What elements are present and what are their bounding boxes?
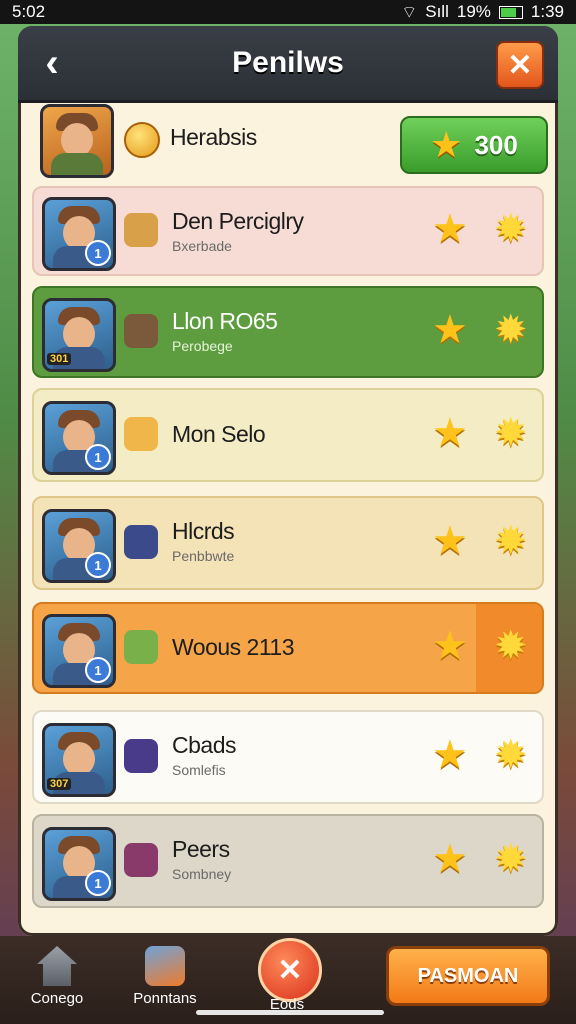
rank-badge-icon: 1 [85, 870, 111, 896]
page-title: Penilws [232, 46, 344, 79]
center-action-button[interactable]: ✕ [258, 938, 322, 1002]
row-subtitle: Sombney [172, 866, 232, 882]
star-icon: ★ [432, 837, 468, 881]
pasmoan-button[interactable]: PASMOAN [386, 946, 550, 1006]
nav-home[interactable]: Conego [12, 946, 102, 1022]
claim-reward-button[interactable]: ★ 300 [400, 116, 548, 174]
item-icon [124, 525, 158, 559]
top-reward-row[interactable]: Herabsis ★ 300 [32, 102, 548, 190]
sun-badge-icon: ✹ [494, 837, 528, 881]
status-right-time: 1:39 [530, 2, 564, 21]
status-bar: 5:02 ⌔ Sıll 19% 1:39 [0, 0, 576, 24]
row-subtitle: Bxerbade [172, 238, 232, 254]
list-item[interactable]: 1 Hlcrds Penbbwte ★ ✹ [32, 496, 544, 590]
row-name: Cbads [172, 732, 236, 758]
row-name: Peers [172, 836, 230, 862]
wifi-icon: ⌔ [401, 2, 418, 22]
item-icon [124, 630, 158, 664]
row-name: Hlcrds [172, 518, 235, 544]
sun-badge-icon: ✹ [494, 624, 528, 668]
row-name: Den Perciglry [172, 208, 304, 234]
reward-amount: 300 [474, 129, 518, 160]
rank-badge-icon: 1 [85, 444, 111, 470]
row-name: Woous 2113 [172, 634, 295, 660]
row-name: Herabsis [170, 124, 257, 150]
star-icon: ★ [430, 124, 463, 165]
hero-avatar: 1 [42, 614, 116, 688]
row-name: Llon RO65 [172, 308, 278, 334]
close-circle-icon: ✕ [277, 953, 303, 987]
hero-avatar: 301 [42, 298, 116, 372]
battery-icon [498, 5, 523, 19]
level-badge: 307 [47, 778, 72, 790]
list-item[interactable]: 1 Mon Selo ★ ✹ [32, 388, 544, 482]
hero-avatar: 1 [42, 827, 116, 901]
sun-badge-icon: ✹ [494, 733, 528, 777]
list-item[interactable]: 301 Llon RO65 Perobege ★ ✹ [32, 286, 544, 378]
status-time: 5:02 [12, 2, 46, 21]
hero-avatar: 307 [42, 723, 116, 797]
rank-badge-icon: 1 [85, 657, 111, 683]
panel-header: ‹ Penilws ✕ [18, 26, 558, 103]
item-icon [124, 843, 158, 877]
item-icon [124, 314, 158, 348]
coin-icon [124, 122, 160, 158]
home-indicator [196, 1010, 384, 1015]
star-icon: ★ [432, 411, 468, 455]
hero-avatar: 1 [42, 509, 116, 583]
row-subtitle: Penbbwte [172, 548, 235, 564]
sun-badge-icon: ✹ [494, 308, 528, 352]
nav-eods[interactable]: Eods [242, 996, 332, 1022]
list-item[interactable]: 1 Den Perciglry Bxerbade ★ ✹ [32, 186, 544, 276]
item-icon [124, 417, 158, 451]
sun-badge-icon: ✹ [494, 411, 528, 455]
star-icon: ★ [432, 519, 468, 563]
status-icons: ⌔ Sıll 19% 1:39 [401, 2, 564, 23]
map-icon [145, 946, 185, 986]
close-icon: ✕ [507, 48, 533, 82]
battery-percent: 19% [456, 2, 491, 21]
item-icon [124, 213, 158, 247]
list-item[interactable]: 1 Woous 2113 ★ ✹ [32, 602, 544, 694]
sun-badge-icon: ✹ [494, 207, 528, 251]
sun-badge-icon: ✹ [494, 519, 528, 563]
hero-avatar: 1 [42, 197, 116, 271]
signal-icon: Sıll [425, 2, 449, 21]
list-item[interactable]: 307 Cbads Somlefis ★ ✹ [32, 710, 544, 804]
star-icon: ★ [432, 207, 468, 251]
level-badge: 301 [47, 353, 72, 365]
close-button[interactable]: ✕ [496, 41, 544, 89]
star-icon: ★ [432, 733, 468, 777]
item-icon [124, 739, 158, 773]
rewards-panel: ‹ Penilws ✕ Herabsis ★ 300 1 Den Perciglr… [18, 26, 558, 936]
list-item[interactable]: 1 Peers Sombney ★ ✹ [32, 814, 544, 908]
row-name: Mon Selo [172, 421, 266, 447]
home-icon [37, 946, 77, 986]
row-subtitle: Perobege [172, 338, 233, 354]
rank-badge-icon: 1 [85, 240, 111, 266]
star-icon: ★ [432, 624, 468, 668]
row-subtitle: Somlefis [172, 762, 226, 778]
chevron-left-icon: ‹ [45, 40, 59, 85]
nav-home-label: Conego [30, 990, 84, 1007]
hero-avatar: 1 [42, 401, 116, 475]
hero-avatar [40, 104, 114, 178]
back-button[interactable]: ‹ [28, 40, 76, 86]
rank-badge-icon: 1 [85, 552, 111, 578]
nav-ponntans-label: Ponntans [133, 990, 197, 1007]
star-icon: ★ [432, 308, 468, 352]
